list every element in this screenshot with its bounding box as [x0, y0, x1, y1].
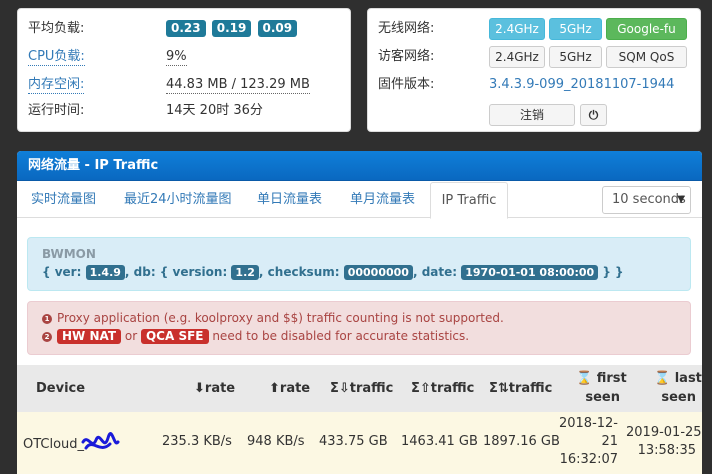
bwmon-info-alert: BWMON { ver: 1.4.9, db: { version: 1.2, … [27, 237, 691, 291]
last-seen-time: 13:58:35 [637, 443, 696, 458]
first-seen-date-2: 21 [601, 434, 618, 449]
bwmon-text: , db: { version: [124, 265, 232, 279]
last-seen-line-1: ⌛ last [654, 369, 702, 388]
network-status-panel: 无线网络: 2.4GHz 5GHz Google-fu 访客网络: 2.4GHz… [367, 8, 701, 132]
download-rate-value: 235.3 KB/s [162, 434, 232, 449]
uptime-row: 运行时间: 14天 20时 36分 [28, 101, 348, 121]
first-seen-time: 16:32:07 [559, 452, 618, 467]
total-traffic-value: 1897.16 GB [483, 434, 560, 449]
arrow-down-icon: ⬇ [194, 381, 205, 396]
qca-sfe-badge: QCA SFE [140, 329, 209, 344]
upload-traffic-value: 1463.41 GB [401, 434, 478, 449]
last-seen-column-header[interactable]: ⌛ last seen [654, 369, 702, 416]
bwmon-version-badge: 1.4.9 [85, 265, 125, 280]
bwmon-text: , date: [412, 265, 462, 279]
first-seen-label-1: first [596, 371, 627, 386]
uptime-value: 14天 20时 36分 [166, 103, 263, 118]
bwmon-date-badge: 1970-01-01 08:00:00 [461, 265, 599, 280]
last-seen-label-1: last [674, 371, 702, 386]
refresh-interval-select[interactable]: 10 seconds ▼ [602, 186, 691, 214]
tab-ip-traffic[interactable]: IP Traffic [430, 182, 508, 219]
last-seen-label-2: seen [661, 390, 696, 405]
interval-value: 10 seconds [612, 192, 686, 207]
first-seen-date-1: 2018-12- [558, 416, 618, 431]
sum-updown-icon: Σ⇅ [489, 381, 509, 396]
download-traffic-label: traffic [349, 381, 394, 396]
memory-value: 44.83 MB / 123.29 MB [166, 77, 310, 94]
load-values: 0.23 0.19 0.09 [166, 19, 299, 39]
memory-free-link[interactable]: 内存空闲: [28, 77, 85, 94]
total-traffic-label: traffic [508, 381, 553, 396]
traffic-table-header: Device ⬇rate ⬆rate Σ⇩traffic Σ⇧traffic Σ… [17, 365, 702, 412]
logout-button[interactable]: 注销 [489, 104, 575, 126]
upload-traffic-label: traffic [430, 381, 475, 396]
cpu-load-link[interactable]: CPU负载: [28, 49, 85, 66]
number-2-icon: 2 [42, 332, 52, 342]
bwmon-db-version-badge: 1.2 [231, 265, 259, 280]
first-seen-label-2: seen [585, 390, 620, 405]
last-seen-value: 2019-01-25 13:58:35 [626, 424, 702, 460]
sum-down-icon: Σ⇩ [330, 381, 350, 396]
upload-rate-value: 948 KB/s [247, 434, 305, 449]
guest-5ghz-button[interactable]: 5GHz [549, 46, 602, 68]
hourglass-icon: ⌛ [654, 371, 671, 386]
load-5min-badge: 0.19 [211, 20, 252, 37]
hw-nat-badge: HW NAT [57, 329, 122, 344]
load-label: 平均负载: [28, 21, 85, 36]
chevron-down-icon: ▼ [677, 194, 685, 205]
device-name: OTCloud_ [23, 432, 120, 456]
sqm-qos-button[interactable]: SQM QoS [606, 46, 687, 68]
download-rate-label: rate [204, 381, 236, 396]
load-row: 平均负载: 0.23 0.19 0.09 [28, 19, 348, 39]
bwmon-text: } } [598, 265, 624, 279]
bwmon-checksum-badge: 00000000 [343, 265, 413, 280]
uptime-label: 运行时间: [28, 103, 85, 118]
last-seen-date: 2019-01-25 [626, 425, 702, 440]
upload-rate-label: rate [279, 381, 311, 396]
bwmon-text: , checksum: [258, 265, 344, 279]
load-15min-badge: 0.09 [257, 20, 298, 37]
wireless-2ghz-button[interactable]: 2.4GHz [489, 18, 545, 40]
firmware-version-link[interactable]: 3.4.3.9-099_20181107-1944 [489, 77, 674, 93]
tab-last-24h[interactable]: 最近24小时流量图 [124, 182, 232, 218]
power-icon: ⏻ [588, 108, 599, 122]
traffic-panel: 网络流量 - IP Traffic 实时流量图 最近24小时流量图 单日流量表 … [17, 151, 702, 474]
guest-2ghz-button[interactable]: 2.4GHz [489, 46, 545, 68]
warning-line-1: 1 Proxy application (e.g. koolproxy and $… [42, 309, 676, 327]
bwmon-title: BWMON [42, 247, 96, 261]
traffic-panel-title: 网络流量 - IP Traffic [17, 151, 702, 181]
traffic-tab-bar: 实时流量图 最近24小时流量图 单日流量表 单月流量表 IP Traffic 1… [17, 182, 702, 219]
redacted-scribble-icon [81, 432, 120, 450]
bwmon-details: { ver: 1.4.9, db: { version: 1.2, checks… [42, 262, 676, 282]
load-1min-badge: 0.23 [166, 20, 206, 37]
warning-line-2: 2 HW NAT or QCA SFE need to be disabled f… [42, 327, 676, 345]
device-name-text: OTCloud_ [23, 437, 85, 452]
tab-monthly[interactable]: 单月流量表 [350, 182, 415, 218]
first-seen-line-1: ⌛ first [576, 369, 627, 388]
tab-realtime[interactable]: 实时流量图 [31, 182, 96, 218]
first-seen-value: 2018-12- 21 16:32:07 [558, 415, 618, 469]
power-button[interactable]: ⏻ [580, 104, 607, 126]
bwmon-text: { ver: [42, 265, 86, 279]
or-text: or [124, 329, 138, 343]
wireless-5ghz-button[interactable]: 5GHz [549, 18, 602, 40]
google-fu-button[interactable]: Google-fu [606, 18, 687, 40]
warning-alert: 1 Proxy application (e.g. koolproxy and $… [27, 301, 691, 355]
arrow-up-icon: ⬆ [269, 381, 280, 396]
cpu-value: 9% [166, 49, 187, 66]
memory-row: 内存空闲: 44.83 MB / 123.29 MB [28, 75, 348, 95]
cpu-row: CPU负载: 9% [28, 47, 348, 67]
sum-up-icon: Σ⇧ [411, 381, 431, 396]
number-1-icon: 1 [42, 314, 52, 324]
system-status-panel: 平均负载: 0.23 0.19 0.09 CPU负载: 9% 内存空闲: 44.… [17, 8, 351, 132]
warning-text-1: Proxy application (e.g. koolproxy and $$… [57, 311, 504, 325]
tab-daily[interactable]: 单日流量表 [257, 182, 322, 218]
warning-text-2: need to be disabled for accurate statist… [212, 329, 470, 343]
first-seen-column-header[interactable]: ⌛ first seen [576, 369, 627, 416]
hourglass-icon: ⌛ [576, 371, 593, 386]
table-row[interactable]: OTCloud_ 235.3 KB/s 948 KB/s 433.75 GB 1… [17, 412, 702, 474]
download-traffic-value: 433.75 GB [319, 434, 388, 449]
